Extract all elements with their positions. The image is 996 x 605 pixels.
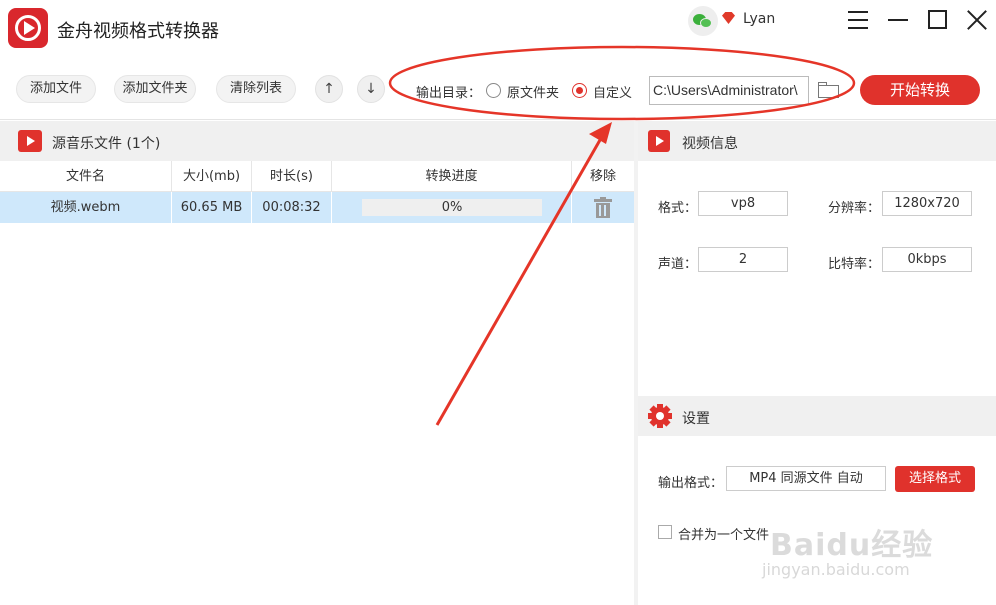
move-up-icon[interactable]: ↑ [315,75,343,103]
bitrate-value: 0kbps [882,247,972,272]
app-title: 金舟视频格式转换器 [57,21,219,42]
maximize-icon[interactable] [927,9,949,31]
radio-circle[interactable] [486,83,501,98]
app-logo-icon [8,8,48,48]
file-list-title: 源音乐文件 (1个) [52,136,161,152]
channel-value: 2 [698,247,788,272]
add-folder-button[interactable]: 添加文件夹 [114,75,196,103]
radio-custom[interactable]: 自定义 [572,82,632,101]
video-info-icon [648,130,670,152]
trash-icon[interactable] [594,197,612,218]
merge-label: 合并为一个文件 [678,528,770,543]
cell-duration: 00:08:32 [252,192,332,223]
baidu-watermark: Baidu经验 [770,528,934,563]
radio-source-folder[interactable]: 原文件夹 [486,82,559,101]
folder-open-icon[interactable] [818,82,840,98]
cell-size: 60.65 MB [172,192,252,223]
baidu-watermark-url: jingyan.baidu.com [762,560,910,579]
video-info-header: 视频信息 [638,121,996,161]
radio-custom-label: 自定义 [593,86,633,101]
col-remove: 移除 [589,169,616,184]
gear-icon [648,404,672,428]
col-progress: 转换进度 [332,161,572,192]
progress-bar: 0% [362,199,542,216]
video-file-icon [18,130,42,152]
settings-title: 设置 [682,411,710,427]
clear-list-button[interactable]: 清除列表 [216,75,296,103]
file-list-panel: 源音乐文件 (1个) 文件名 大小(mb) 时长(s) 转换进度 移除 视频.w… [0,121,634,605]
add-file-button[interactable]: 添加文件 [16,75,96,103]
choose-format-button[interactable]: 选择格式 [895,466,975,492]
start-convert-button[interactable]: 开始转换 [860,75,980,105]
user-name[interactable]: Lyan [743,11,775,27]
radio-circle-selected[interactable] [572,83,587,98]
title-bar: 金舟视频格式转换器 Lyan [0,0,996,58]
merge-checkbox[interactable] [658,525,672,539]
menu-icon[interactable] [847,9,869,31]
settings-header: 设置 [638,396,996,436]
vip-badge-icon [722,12,735,24]
video-info-title: 视频信息 [682,136,738,152]
col-duration: 时长(s) [252,161,332,192]
close-icon[interactable] [966,9,988,31]
cell-filename: 视频.webm [0,192,172,223]
table-header: 文件名 大小(mb) 时长(s) 转换进度 移除 [0,161,634,192]
wechat-icon[interactable] [688,6,718,36]
col-size: 大小(mb) [172,161,252,192]
output-format-value: MP4 同源文件 自动 [726,466,886,491]
output-path-field[interactable]: C:\Users\Administrator\ [649,76,809,105]
channel-label: 声道： [658,257,698,272]
file-list-header: 源音乐文件 (1个) [0,121,634,161]
table-row[interactable]: 视频.webm 60.65 MB 00:08:32 0% [0,192,634,223]
radio-source-label: 原文件夹 [507,86,560,101]
progress-text: 0% [441,200,463,215]
output-format-label: 输出格式： [658,476,724,491]
resolution-label: 分辨率： [828,201,881,216]
resolution-value: 1280x720 [882,191,972,216]
bitrate-label: 比特率： [828,257,881,272]
format-value: vp8 [698,191,788,216]
toolbar: 添加文件 添加文件夹 清除列表 ↑ ↓ 输出目录： 原文件夹 自定义 C:\Us… [0,58,996,120]
minimize-icon[interactable] [887,9,909,31]
format-label: 格式： [658,201,698,216]
col-filename: 文件名 [0,161,172,192]
output-dir-label: 输出目录： [416,86,482,101]
move-down-icon[interactable]: ↓ [357,75,385,103]
